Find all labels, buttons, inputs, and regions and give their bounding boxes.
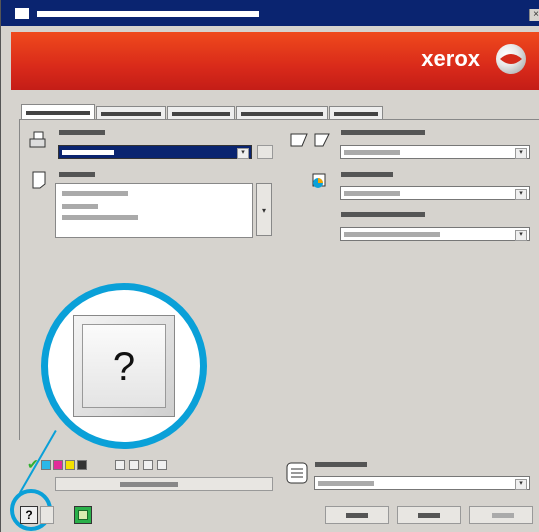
saved-settings-select[interactable]: ▾ xyxy=(314,476,530,490)
paper-options-dropdown-button[interactable]: ▾ xyxy=(256,183,272,236)
combo-arrow-icon: ▾ xyxy=(515,189,527,200)
paper-summary-list[interactable] xyxy=(55,183,253,238)
two-sided-label xyxy=(341,130,425,135)
tray-2-icon xyxy=(129,460,139,470)
paper-source-details-button[interactable] xyxy=(257,145,273,159)
ok-button[interactable] xyxy=(325,506,389,524)
printer-status-button[interactable] xyxy=(55,477,273,491)
tab-1[interactable] xyxy=(21,104,95,120)
combo-arrow-icon: ▾ xyxy=(237,148,249,159)
list-item xyxy=(62,204,98,209)
apply-button[interactable] xyxy=(469,506,533,524)
combo-arrow-icon: ▾ xyxy=(515,479,527,490)
brand-banner: xerox xyxy=(11,32,539,90)
output-destination-label xyxy=(341,212,425,217)
yellow-swatch-icon xyxy=(65,460,75,470)
output-destination-select[interactable]: ▾ xyxy=(340,227,530,241)
list-item xyxy=(62,191,128,196)
window-titlebar[interactable] xyxy=(1,0,539,26)
xerox-logo-icon xyxy=(496,44,526,74)
help-key-icon: ? xyxy=(82,324,166,408)
black-swatch-icon xyxy=(77,460,87,470)
paper-label xyxy=(59,172,95,177)
tab-3[interactable] xyxy=(167,106,235,120)
reset-button[interactable] xyxy=(40,506,54,524)
duplex-icon xyxy=(289,130,333,150)
paper-page-icon xyxy=(31,170,49,190)
saved-settings-icon xyxy=(286,462,308,484)
tray-4-icon xyxy=(157,460,167,470)
two-sided-select[interactable]: ▾ xyxy=(340,145,530,159)
window-close-button[interactable]: × xyxy=(529,9,539,21)
paper-source-select[interactable]: ▾ xyxy=(58,145,252,159)
paper-source-label xyxy=(59,130,105,135)
printer-properties-window: × xerox ▾ ▾ ▾ ▾ ▾ ? ✔ ▾ ? xyxy=(0,0,539,532)
combo-arrow-icon: ▾ xyxy=(515,148,527,159)
saved-settings-label xyxy=(315,462,367,467)
magenta-swatch-icon xyxy=(53,460,63,470)
combo-arrow-icon: ▾ xyxy=(515,230,527,241)
tab-2[interactable] xyxy=(96,106,166,120)
tray-1-icon xyxy=(115,460,125,470)
help-button[interactable]: ? xyxy=(20,506,38,524)
tray-3-icon xyxy=(143,460,153,470)
list-item xyxy=(62,215,138,220)
window-title-placeholder xyxy=(37,11,259,17)
cancel-button[interactable] xyxy=(397,506,461,524)
xerox-logo-text: xerox xyxy=(421,46,480,71)
printer-tray-icon xyxy=(29,130,47,150)
help-key-callout: ? xyxy=(73,315,175,417)
check-icon: ✔ xyxy=(27,456,39,472)
window-app-icon xyxy=(15,8,29,19)
tab-4[interactable] xyxy=(236,106,328,120)
cyan-swatch-icon xyxy=(41,460,51,470)
color-select[interactable]: ▾ xyxy=(340,186,530,200)
color-label xyxy=(341,172,393,177)
tab-5[interactable] xyxy=(329,106,383,120)
eco-button[interactable] xyxy=(74,506,92,524)
color-mode-icon xyxy=(311,170,329,190)
